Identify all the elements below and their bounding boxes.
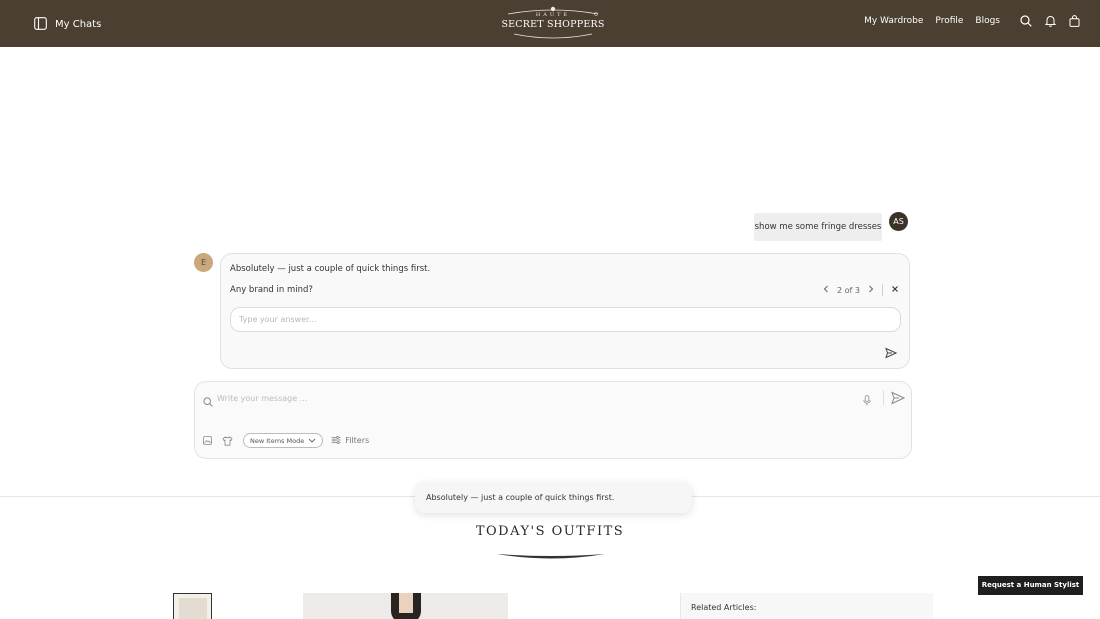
user-avatar: AS <box>889 212 908 231</box>
search-icon[interactable] <box>1020 15 1032 27</box>
composer-divider <box>883 390 884 405</box>
assistant-question-text: Any brand in mind? <box>230 285 313 295</box>
toast-notification: Absolutely — just a couple of quick thin… <box>415 482 692 513</box>
composer-toolbar: New Items Mode Filters <box>203 433 369 448</box>
assistant-intro-text: Absolutely — just a couple of quick thin… <box>230 264 431 274</box>
send-answer-icon[interactable] <box>885 344 898 363</box>
app: My Chats HAUTE SECRET SHOPPERS My Wardro… <box>0 0 1100 619</box>
header-nav: My Wardrobe Profile Blogs <box>864 15 1080 27</box>
close-icon[interactable] <box>891 285 899 295</box>
nav-blogs[interactable]: Blogs <box>975 16 1000 26</box>
chevron-right-icon[interactable] <box>868 285 874 295</box>
chevron-left-icon[interactable] <box>823 285 829 295</box>
filters-label: Filters <box>345 436 370 445</box>
assistant-question-card: Absolutely — just a couple of quick thin… <box>220 253 910 369</box>
question-pagination: 2 of 3 <box>823 284 899 296</box>
request-human-stylist-button[interactable]: Request a Human Stylist <box>978 576 1083 595</box>
outfit-thumbnail[interactable] <box>173 593 212 619</box>
logo-main-text: SECRET SHOPPERS <box>501 19 605 30</box>
question-counter: 2 of 3 <box>837 285 860 295</box>
wardrobe-icon[interactable] <box>222 436 233 446</box>
related-articles-title: Related Articles: <box>691 603 757 612</box>
outfit-photo[interactable] <box>303 593 508 619</box>
filters-icon <box>331 435 341 446</box>
nav-my-wardrobe[interactable]: My Wardrobe <box>864 16 923 26</box>
sidebar-toggle-icon <box>34 15 47 34</box>
microphone-icon[interactable] <box>863 391 871 410</box>
bag-icon[interactable] <box>1069 15 1080 27</box>
section-title: TODAY'S OUTFITS <box>475 524 625 539</box>
pagination-divider <box>882 284 883 296</box>
message-composer: New Items Mode Filters <box>194 381 912 459</box>
search-icon <box>203 392 213 411</box>
new-items-mode-dropdown[interactable]: New Items Mode <box>243 433 324 448</box>
answer-input[interactable] <box>230 307 901 332</box>
my-chats-button[interactable]: My Chats <box>34 15 101 34</box>
mode-label: New Items Mode <box>250 436 305 445</box>
assistant-avatar: E <box>194 253 213 272</box>
filters-button[interactable]: Filters <box>331 435 370 446</box>
top-navbar: My Chats HAUTE SECRET SHOPPERS My Wardro… <box>0 0 1100 47</box>
logo-top-text: HAUTE <box>535 12 571 18</box>
my-chats-label: My Chats <box>55 19 102 30</box>
brand-logo[interactable]: HAUTE SECRET SHOPPERS <box>500 4 606 42</box>
send-icon[interactable] <box>891 390 906 409</box>
image-upload-icon[interactable] <box>203 436 212 445</box>
thumbnail-image <box>179 598 207 619</box>
user-message-bubble: show me some fringe dresses <box>754 213 882 241</box>
bell-icon[interactable] <box>1045 15 1056 27</box>
chevron-down-icon <box>308 437 316 445</box>
message-input[interactable] <box>217 390 837 406</box>
model-face <box>399 593 413 613</box>
related-articles-panel: Related Articles: <box>680 593 933 619</box>
nav-profile[interactable]: Profile <box>935 16 963 26</box>
title-ornament <box>495 546 607 565</box>
